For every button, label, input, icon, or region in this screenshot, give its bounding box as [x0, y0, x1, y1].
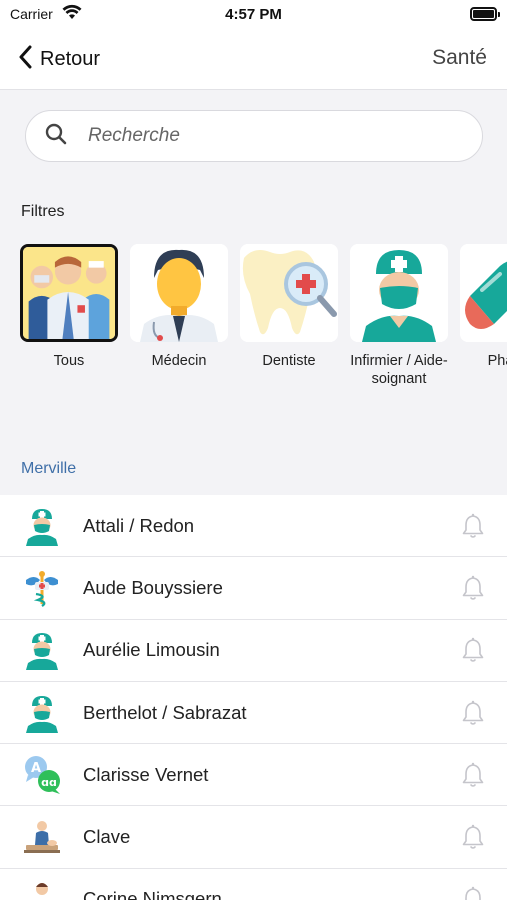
list-item-name: Clarisse Vernet	[83, 763, 209, 785]
chevron-left-icon	[18, 45, 32, 74]
svg-text:A: A	[31, 761, 41, 776]
filter-dentiste[interactable]: Dentiste	[240, 244, 338, 370]
caduceus-icon	[22, 568, 62, 608]
section-header: Merville	[21, 460, 77, 477]
person-icon	[22, 879, 62, 900]
navigation-bar: Retour Santé	[0, 30, 507, 90]
back-label: Retour	[40, 47, 101, 70]
list-item[interactable]: Attali / Redon	[0, 495, 507, 558]
list-item-name: Aurélie Limousin	[83, 639, 220, 661]
pill-icon	[460, 244, 507, 342]
list-item[interactable]: Clave	[0, 806, 507, 869]
bell-icon[interactable]	[461, 575, 485, 601]
nurse-icon	[350, 244, 448, 342]
search-icon	[44, 122, 68, 151]
list-item[interactable]: Berthelot / Sabrazat	[0, 681, 507, 745]
bell-icon[interactable]	[461, 700, 485, 726]
filter-medecin[interactable]: Médecin	[130, 244, 228, 370]
doctor-icon	[130, 244, 228, 342]
status-bar: Carrier 4:57 PM	[0, 0, 507, 30]
filter-tous[interactable]: Tous	[20, 244, 118, 370]
filter-label: Médecin	[151, 353, 207, 369]
filter-label: Pharm	[487, 353, 507, 369]
list-item-name: Aude Bouyssiere	[83, 576, 223, 598]
search-bar[interactable]	[25, 110, 483, 162]
tooth-icon	[240, 244, 338, 342]
list-item[interactable]: Aurélie Limousin	[0, 619, 507, 682]
physiotherapist-icon	[22, 817, 62, 857]
medical-team-icon	[20, 244, 118, 342]
list-item-name: Berthelot / Sabrazat	[83, 701, 247, 723]
list-item-name: Corine Nimsgern	[83, 888, 222, 900]
bell-icon[interactable]	[461, 513, 485, 539]
list-item[interactable]: Aɑɑ Clarisse Vernet	[0, 744, 507, 807]
back-button[interactable]: Retour	[18, 44, 100, 74]
filter-label: Infirmier / Aide-soignant	[350, 353, 448, 387]
nurse-icon	[22, 630, 62, 671]
filters-heading: Filtres	[21, 203, 65, 220]
bell-icon[interactable]	[461, 637, 485, 663]
nurse-icon	[22, 506, 62, 546]
svg-text:ɑɑ: ɑɑ	[41, 776, 57, 789]
filter-carousel[interactable]: Tous Médecin Dentiste Infirmier / Aide-s…	[0, 244, 507, 394]
battery-icon	[470, 7, 500, 21]
nurse-icon	[22, 693, 62, 733]
filter-label: Tous	[53, 353, 85, 369]
filter-label: Dentiste	[262, 353, 316, 369]
list-item[interactable]: Aude Bouyssiere	[0, 557, 507, 620]
filter-infirmier[interactable]: Infirmier / Aide-soignant	[350, 244, 448, 388]
search-input[interactable]	[88, 125, 448, 147]
clock: 4:57 PM	[225, 6, 282, 23]
page-title: Santé	[432, 46, 487, 69]
bell-icon[interactable]	[461, 824, 485, 850]
list-item[interactable]: Corine Nimsgern	[0, 868, 507, 900]
contact-list: Attali / Redon Aude Bouyssiere Aurélie L…	[0, 495, 507, 900]
bell-icon[interactable]	[461, 886, 485, 900]
speech-bubbles-icon: Aɑɑ	[22, 755, 62, 795]
filter-pharmacie[interactable]: Pharm	[460, 244, 507, 370]
list-item-name: Clave	[83, 826, 131, 848]
bell-icon[interactable]	[461, 762, 485, 788]
list-item-name: Attali / Redon	[83, 514, 195, 536]
